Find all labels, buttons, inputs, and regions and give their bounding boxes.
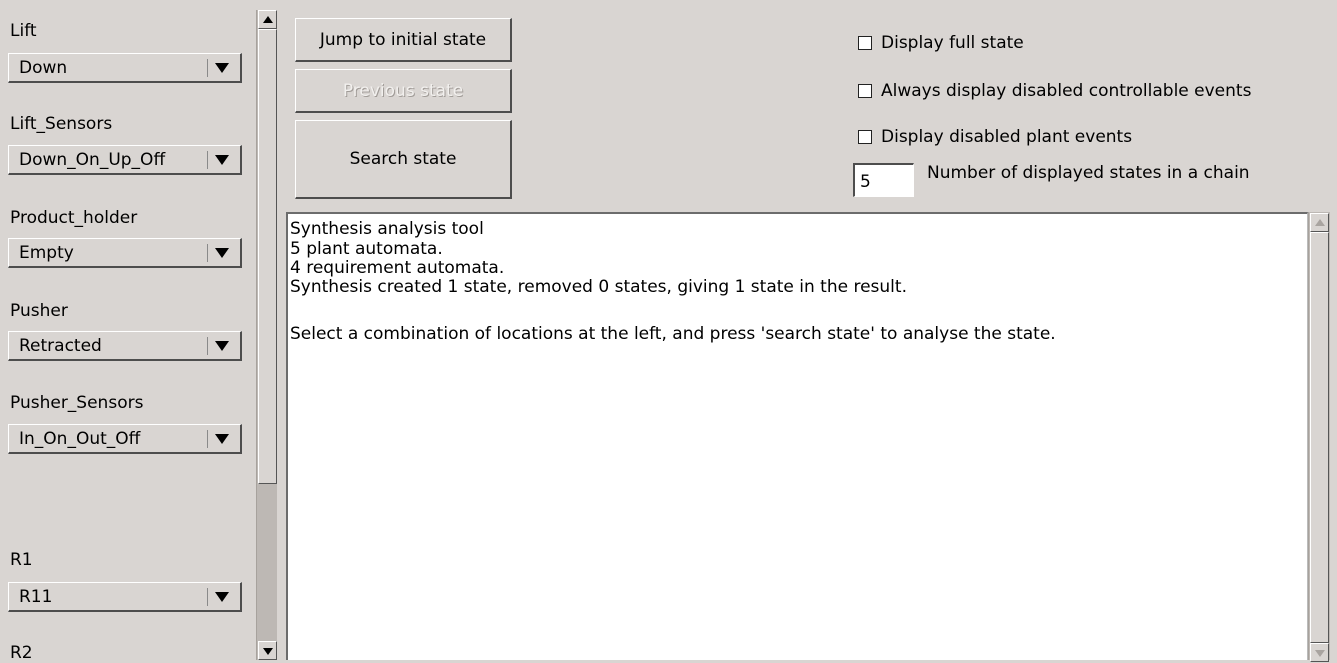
jump-to-initial-state-button[interactable]: Jump to initial state	[295, 18, 512, 62]
r1-combo[interactable]: R11	[8, 582, 242, 612]
always-display-disabled-controllable-label: Always display disabled controllable eve…	[881, 81, 1252, 101]
previous-state-button[interactable]: Previous state	[295, 69, 512, 113]
location-panel-scrollbar[interactable]	[256, 10, 277, 660]
output-scrollbar[interactable]	[1308, 212, 1330, 662]
product-holder-combo-value: Empty	[19, 243, 74, 263]
display-full-state-checkbox[interactable]	[858, 36, 872, 50]
scroll-down-button[interactable]	[258, 641, 277, 660]
output-line: Select a combination of locations at the…	[290, 324, 1056, 344]
product-holder-combo[interactable]: Empty	[8, 238, 242, 268]
dropdown-arrow-icon	[215, 341, 229, 351]
combo-separator	[207, 59, 208, 77]
display-disabled-plant-checkbox[interactable]	[858, 130, 872, 144]
search-state-button[interactable]: Search state	[295, 120, 512, 199]
pusher-sensors-combo[interactable]: In_On_Out_Off	[8, 424, 242, 454]
chain-length-label: Number of displayed states in a chain	[927, 163, 1250, 183]
display-disabled-plant-label: Display disabled plant events	[881, 127, 1133, 147]
output-scroll-up-button[interactable]	[1310, 213, 1329, 232]
output-scrollbar-thumb[interactable]	[1310, 232, 1329, 643]
pusher-combo[interactable]: Retracted	[8, 331, 242, 361]
arrow-up-icon	[1315, 219, 1325, 226]
lift-combo-value: Down	[19, 58, 68, 78]
lift-combo[interactable]: Down	[8, 53, 242, 83]
output-line: Synthesis created 1 state, removed 0 sta…	[290, 277, 907, 297]
scroll-up-button[interactable]	[258, 10, 277, 29]
display-disabled-plant-option[interactable]: Display disabled plant events	[858, 127, 1132, 147]
combo-separator	[207, 430, 208, 448]
output-line: Synthesis analysis tool	[290, 219, 484, 239]
scrollbar-thumb[interactable]	[258, 29, 277, 484]
r1-label: R1	[10, 550, 33, 570]
lift-sensors-combo[interactable]: Down_On_Up_Off	[8, 145, 242, 175]
display-full-state-label: Display full state	[881, 33, 1024, 53]
r2-label: R2	[10, 643, 33, 663]
dropdown-arrow-icon	[215, 248, 229, 258]
combo-separator	[207, 151, 208, 169]
r1-combo-value: R11	[19, 587, 53, 607]
dropdown-arrow-icon	[215, 434, 229, 444]
pusher-combo-value: Retracted	[19, 336, 102, 356]
combo-separator	[207, 588, 208, 606]
dropdown-arrow-icon	[215, 592, 229, 602]
lift-sensors-combo-value: Down_On_Up_Off	[19, 150, 166, 170]
chain-length-input[interactable]: 5	[853, 163, 914, 197]
lift-sensors-label: Lift_Sensors	[10, 114, 113, 134]
product-holder-label: Product_holder	[10, 208, 138, 228]
output-line: 4 requirement automata.	[290, 258, 505, 278]
combo-separator	[207, 244, 208, 262]
combo-separator	[207, 337, 208, 355]
dropdown-arrow-icon	[215, 155, 229, 165]
display-full-state-option[interactable]: Display full state	[858, 33, 1024, 53]
arrow-up-icon	[263, 16, 273, 23]
pusher-label: Pusher	[10, 301, 68, 321]
location-panel: Lift Down Lift_Sensors Down_On_Up_Off Pr…	[0, 0, 258, 663]
pusher-sensors-combo-value: In_On_Out_Off	[19, 429, 141, 449]
pusher-sensors-label: Pusher_Sensors	[10, 393, 144, 413]
always-display-disabled-controllable-option[interactable]: Always display disabled controllable eve…	[858, 81, 1251, 101]
output-scroll-down-button[interactable]	[1310, 643, 1329, 662]
output-line: 5 plant automata.	[290, 239, 443, 259]
arrow-down-icon	[263, 648, 273, 655]
analysis-output[interactable]: Synthesis analysis tool 5 plant automata…	[286, 212, 1308, 660]
dropdown-arrow-icon	[215, 63, 229, 73]
always-display-disabled-controllable-checkbox[interactable]	[858, 84, 872, 98]
arrow-down-icon	[1315, 650, 1325, 657]
lift-label: Lift	[10, 21, 37, 41]
